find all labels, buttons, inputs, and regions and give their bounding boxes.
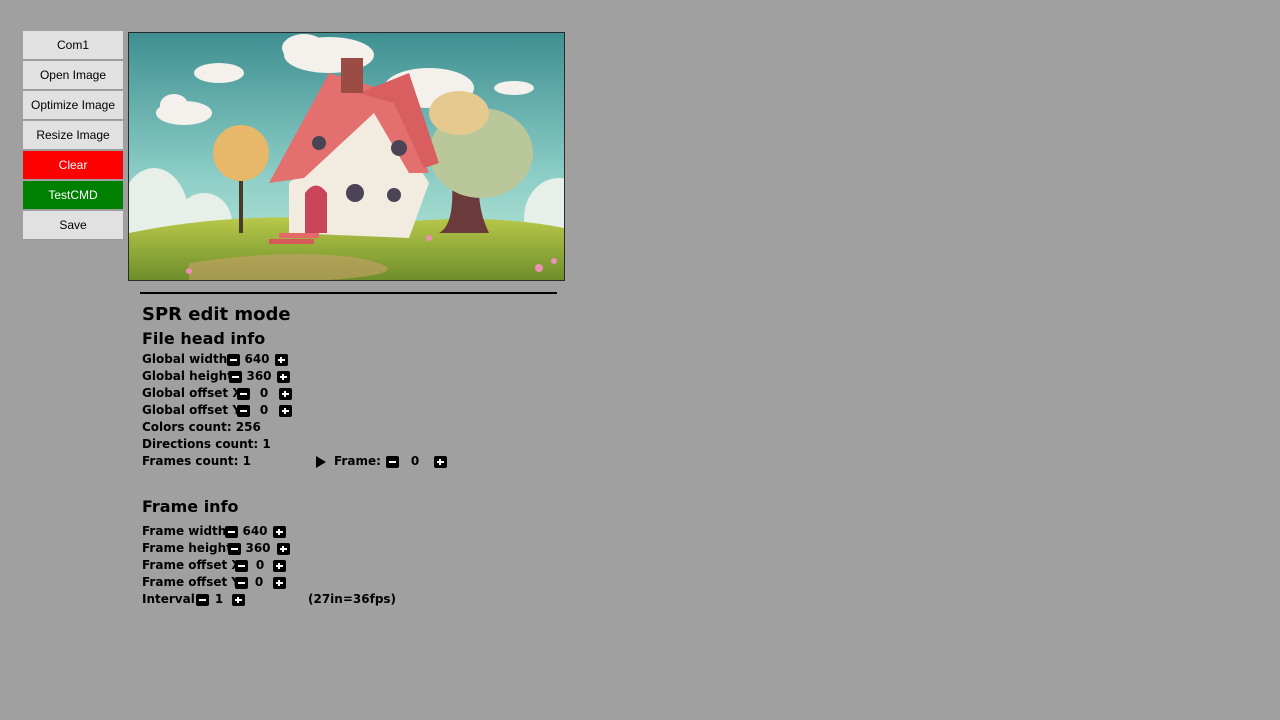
global-height-label: Global height: — [142, 369, 238, 383]
clear-button[interactable]: Clear — [23, 151, 123, 180]
interval-decrease-button[interactable] — [196, 594, 209, 606]
interval-increase-button[interactable] — [232, 594, 245, 606]
frame-offset-x-increase-button[interactable] — [273, 560, 286, 572]
frame-width-value: 640 — [242, 524, 268, 538]
frame-offset-y-row: Frame offset Y: 0 — [142, 574, 602, 591]
directions-count: Directions count: 1 — [142, 437, 271, 451]
frame-height-decrease-button[interactable] — [228, 543, 241, 555]
frame-height-value: 360 — [245, 541, 271, 555]
frames-count: Frames count: 1 — [142, 454, 251, 468]
open-image-button[interactable]: Open Image — [23, 61, 123, 90]
global-offset-y-value: 0 — [259, 403, 269, 417]
frame-offset-y-increase-button[interactable] — [273, 577, 286, 589]
global-offset-x-increase-button[interactable] — [279, 388, 292, 400]
frame-offset-x-row: Frame offset X: 0 — [142, 557, 602, 574]
global-offset-x-row: Global offset X: 0 — [142, 385, 602, 402]
frame-label: Frame: — [334, 454, 381, 468]
global-height-row: Global height: 360 — [142, 368, 602, 385]
global-offset-y-label: Global offset Y: — [142, 403, 245, 417]
app-window: Com1 Open Image Optimize Image Resize Im… — [0, 0, 1280, 720]
global-offset-x-label: Global offset X: — [142, 386, 247, 400]
image-preview — [128, 32, 565, 281]
frame-height-row: Frame height: 360 — [142, 540, 602, 557]
global-offset-x-value: 0 — [259, 386, 269, 400]
frame-width-label: Frame width: — [142, 524, 232, 538]
global-offset-y-row: Global offset Y: 0 — [142, 402, 602, 419]
colors-count: Colors count: 256 — [142, 420, 261, 434]
play-icon[interactable] — [316, 456, 326, 468]
interval-label: Interval: — [142, 592, 200, 606]
global-width-row: Global width: 640 — [142, 351, 602, 368]
save-button[interactable]: Save — [23, 211, 123, 240]
page-title: SPR edit mode — [142, 304, 291, 325]
com1-button[interactable]: Com1 — [23, 31, 123, 60]
frame-offset-x-value: 0 — [255, 558, 265, 572]
cottage-illustration — [129, 33, 564, 280]
frame-increase-button[interactable] — [434, 456, 447, 468]
spr-info-panel: SPR edit mode File head info Global widt… — [142, 302, 602, 608]
frame-height-label: Frame height: — [142, 541, 237, 555]
optimize-image-button[interactable]: Optimize Image — [23, 91, 123, 120]
frame-decrease-button[interactable] — [386, 456, 399, 468]
sidebar-buttons: Com1 Open Image Optimize Image Resize Im… — [23, 31, 123, 241]
resize-image-button[interactable]: Resize Image — [23, 121, 123, 150]
interval-fps-note: (27in=36fps) — [308, 592, 397, 606]
frames-count-row: Frames count: 1 Frame: 0 — [142, 453, 602, 470]
frame-offset-x-decrease-button[interactable] — [235, 560, 248, 572]
global-height-decrease-button[interactable] — [229, 371, 242, 383]
global-height-value: 360 — [246, 369, 272, 383]
divider — [140, 292, 557, 294]
frame-width-row: Frame width: 640 — [142, 523, 602, 540]
frame-value: 0 — [410, 454, 420, 468]
global-height-increase-button[interactable] — [277, 371, 290, 383]
global-width-label: Global width: — [142, 352, 233, 366]
global-offset-x-decrease-button[interactable] — [237, 388, 250, 400]
global-width-increase-button[interactable] — [275, 354, 288, 366]
interval-row: Interval: 1 (27in=36fps) — [142, 591, 602, 608]
global-width-value: 640 — [244, 352, 270, 366]
frame-info-heading: Frame info — [142, 497, 239, 516]
interval-value: 1 — [214, 592, 224, 606]
global-offset-y-increase-button[interactable] — [279, 405, 292, 417]
frame-offset-x-label: Frame offset X: — [142, 558, 246, 572]
testcmd-button[interactable]: TestCMD — [23, 181, 123, 210]
frame-offset-y-label: Frame offset Y: — [142, 575, 244, 589]
frame-width-decrease-button[interactable] — [225, 526, 238, 538]
colors-count-row: Colors count: 256 — [142, 419, 602, 436]
frame-width-increase-button[interactable] — [273, 526, 286, 538]
global-width-decrease-button[interactable] — [227, 354, 240, 366]
frame-offset-y-value: 0 — [254, 575, 264, 589]
frame-height-increase-button[interactable] — [277, 543, 290, 555]
file-head-heading: File head info — [142, 329, 266, 348]
frame-offset-y-decrease-button[interactable] — [235, 577, 248, 589]
directions-count-row: Directions count: 1 — [142, 436, 602, 453]
global-offset-y-decrease-button[interactable] — [237, 405, 250, 417]
